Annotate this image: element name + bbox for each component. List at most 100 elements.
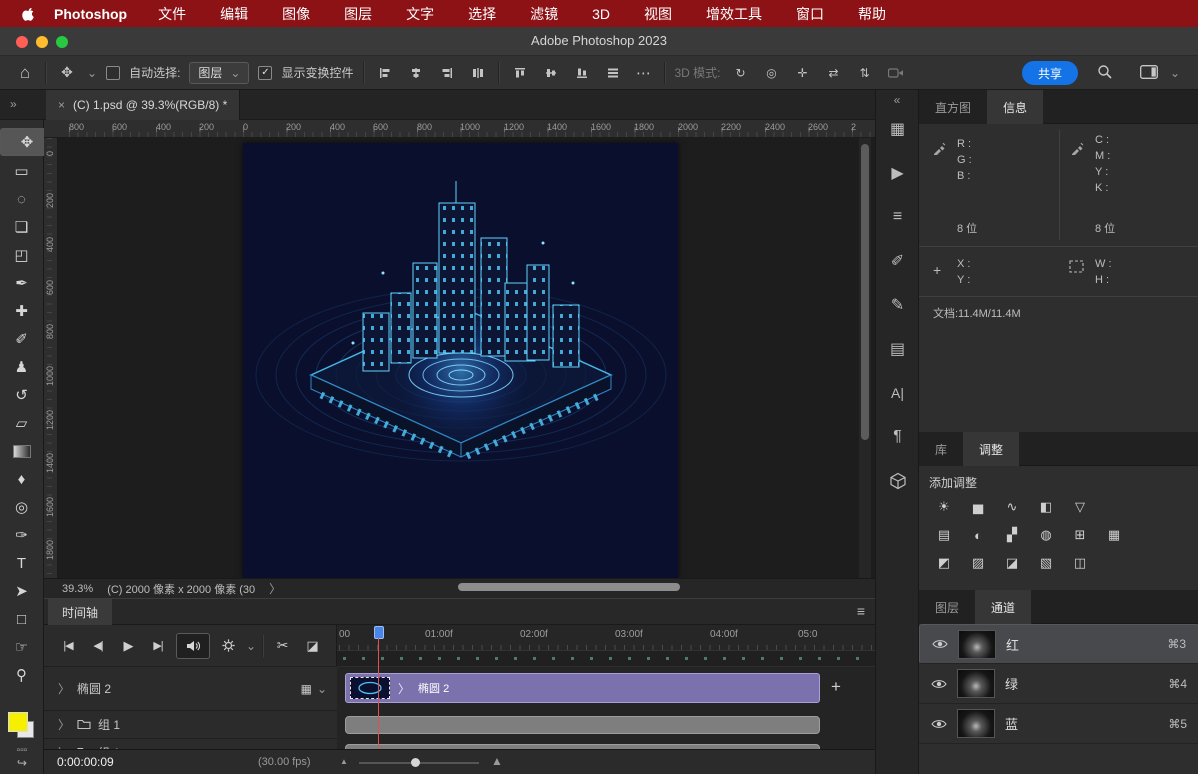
menu-item-help[interactable]: 帮助 bbox=[858, 4, 886, 24]
distribute-horizontal-icon[interactable] bbox=[467, 62, 489, 84]
zoom-level[interactable]: 39.3% bbox=[62, 583, 93, 595]
first-frame-button[interactable]: |◀ bbox=[56, 635, 80, 657]
adjustment-threshold-icon[interactable]: ◪ bbox=[999, 552, 1025, 574]
clip-thumbnail[interactable] bbox=[350, 677, 390, 699]
blur-tool[interactable]: ♦ bbox=[4, 466, 40, 492]
app-name[interactable]: Photoshop bbox=[54, 6, 127, 22]
3d-panel-icon[interactable] bbox=[876, 459, 919, 503]
timeline-zoom-handle[interactable] bbox=[411, 758, 420, 767]
character-panel-icon[interactable]: A| bbox=[876, 371, 919, 415]
menu-item-edit[interactable]: 编辑 bbox=[220, 4, 248, 24]
timeline-settings-icon[interactable] bbox=[216, 635, 240, 657]
tab-adjustments[interactable]: 调整 bbox=[963, 432, 1019, 466]
3d-slide-icon[interactable]: ⇄ bbox=[823, 62, 845, 84]
auto-select-dropdown[interactable]: 图层 ⌄ bbox=[189, 62, 249, 84]
channel-row-green[interactable]: 绿 ⌘4 bbox=[919, 664, 1198, 704]
eyedropper-tool[interactable]: ✒ bbox=[4, 270, 40, 296]
menu-item-select[interactable]: 选择 bbox=[468, 4, 496, 24]
align-left-icon[interactable] bbox=[374, 62, 396, 84]
share-button[interactable]: 共享 bbox=[1022, 61, 1078, 85]
status-chevron-icon[interactable]: 〉 bbox=[269, 580, 281, 597]
eraser-tool[interactable]: ▱ bbox=[4, 410, 40, 436]
tab-layers[interactable]: 图层 bbox=[919, 590, 975, 624]
align-right-icon[interactable] bbox=[436, 62, 458, 84]
vertical-scrollbar[interactable] bbox=[859, 138, 871, 578]
playhead-marker[interactable] bbox=[374, 626, 384, 639]
document-tab[interactable]: × (C) 1.psd @ 39.3%(RGB/8) * bbox=[46, 90, 240, 120]
3d-camera-icon[interactable] bbox=[885, 62, 907, 84]
channel-thumbnail[interactable] bbox=[957, 709, 995, 738]
tab-timeline[interactable]: 时间轴 bbox=[48, 599, 112, 625]
adjustment-gradient-map-icon[interactable]: ▧ bbox=[1033, 552, 1059, 574]
adjustment-photo-filter-icon[interactable]: ◍ bbox=[1033, 524, 1059, 546]
menu-item-filter[interactable]: 滤镜 bbox=[530, 4, 558, 24]
history-brush-tool[interactable]: ↺ bbox=[4, 382, 40, 408]
distribute-vertical-icon[interactable] bbox=[602, 62, 624, 84]
clip-group1[interactable] bbox=[345, 716, 820, 734]
align-middle-icon[interactable] bbox=[540, 62, 562, 84]
channel-thumbnail[interactable] bbox=[957, 669, 995, 698]
clip-ellipse2[interactable]: 〉 椭圆 2 bbox=[345, 673, 820, 703]
channel-row-blue[interactable]: 蓝 ⌘5 bbox=[919, 704, 1198, 744]
adjustment-exposure-icon[interactable]: ◧ bbox=[1033, 496, 1059, 518]
adjustment-levels-icon[interactable]: ▅ bbox=[965, 496, 991, 518]
expand-toolbar-icon[interactable]: » bbox=[10, 97, 17, 111]
split-clip-icon[interactable]: ✂ bbox=[270, 635, 294, 657]
previous-frame-button[interactable]: ◀| bbox=[86, 635, 110, 657]
track-expand-icon[interactable]: 〉 bbox=[58, 716, 70, 733]
healing-brush-tool[interactable]: ✚ bbox=[4, 298, 40, 324]
gradient-tool[interactable] bbox=[4, 438, 40, 464]
adjustment-brightness-contrast-icon[interactable]: ☀ bbox=[931, 496, 957, 518]
tab-channels[interactable]: 通道 bbox=[975, 590, 1031, 624]
adjustment-curves-icon[interactable]: ∿ bbox=[999, 496, 1025, 518]
next-frame-button[interactable]: ▶| bbox=[146, 635, 170, 657]
paragraph-panel-icon[interactable]: ¶ bbox=[876, 415, 919, 459]
clone-source-panel-icon[interactable]: ▤ bbox=[876, 327, 919, 371]
menu-item-plugins[interactable]: 增效工具 bbox=[706, 4, 762, 24]
adjustment-color-lookup-icon[interactable]: ▦ bbox=[1101, 524, 1127, 546]
workspace-icon[interactable] bbox=[1138, 61, 1160, 83]
transition-icon[interactable]: ◪ bbox=[300, 635, 324, 657]
3d-roll-icon[interactable]: ◎ bbox=[761, 62, 783, 84]
channel-row-red[interactable]: 红 ⌘3 bbox=[919, 624, 1198, 664]
pen-tool[interactable]: ✑ bbox=[4, 522, 40, 548]
properties-panel-icon[interactable]: ▦ bbox=[876, 107, 919, 151]
3d-orbit-icon[interactable]: ↻ bbox=[730, 62, 752, 84]
track-options-icon[interactable]: ▦ bbox=[301, 682, 312, 696]
canvas-viewport[interactable] bbox=[58, 138, 859, 578]
zoom-out-thumbnails-icon[interactable]: ▲ bbox=[340, 757, 348, 766]
more-options-icon[interactable]: ⋯ bbox=[633, 62, 655, 84]
adjustment-hue-saturation-icon[interactable]: ▤ bbox=[931, 524, 957, 546]
track-header-group1b[interactable]: 〉 组 1 bbox=[44, 739, 337, 749]
channel-thumbnail[interactable] bbox=[958, 630, 996, 659]
clip-expand-icon[interactable]: 〉 bbox=[398, 680, 410, 697]
visibility-eye-icon[interactable] bbox=[931, 718, 947, 730]
tab-histogram[interactable]: 直方图 bbox=[919, 90, 987, 124]
collapse-panels-icon[interactable]: « bbox=[876, 90, 918, 107]
3d-pan-icon[interactable]: ✛ bbox=[792, 62, 814, 84]
3d-dolly-icon[interactable]: ⇅ bbox=[854, 62, 876, 84]
track-header-group1[interactable]: 〉 组 1 bbox=[44, 711, 337, 739]
align-bottom-icon[interactable] bbox=[571, 62, 593, 84]
object-selection-tool[interactable]: ❏ bbox=[4, 214, 40, 240]
foreground-color-swatch[interactable] bbox=[8, 712, 28, 732]
canvas-image[interactable] bbox=[243, 143, 678, 578]
menu-item-view[interactable]: 视图 bbox=[644, 4, 672, 24]
vertical-scrollbar-thumb[interactable] bbox=[861, 144, 869, 440]
rectangle-tool[interactable]: □ bbox=[4, 606, 40, 632]
auto-select-checkbox[interactable] bbox=[106, 66, 120, 80]
add-media-button[interactable]: + bbox=[831, 677, 841, 697]
align-top-icon[interactable] bbox=[509, 62, 531, 84]
menu-item-image[interactable]: 图像 bbox=[282, 4, 310, 24]
show-transform-checkbox[interactable]: ✓ bbox=[258, 66, 272, 80]
lasso-tool[interactable]: ◌ bbox=[4, 186, 40, 212]
adjustment-color-balance-icon[interactable]: ◐ bbox=[965, 524, 991, 546]
color-swatches[interactable] bbox=[8, 712, 34, 738]
hand-tool[interactable]: ☞ bbox=[4, 634, 40, 660]
close-tab-icon[interactable]: × bbox=[58, 98, 65, 112]
chevron-down-icon[interactable]: ⌄ bbox=[246, 639, 256, 653]
home-icon[interactable]: ⌂ bbox=[14, 62, 36, 84]
apple-icon[interactable] bbox=[18, 3, 40, 25]
actions-panel-icon[interactable]: ▶ bbox=[876, 151, 919, 195]
align-center-horizontal-icon[interactable] bbox=[405, 62, 427, 84]
